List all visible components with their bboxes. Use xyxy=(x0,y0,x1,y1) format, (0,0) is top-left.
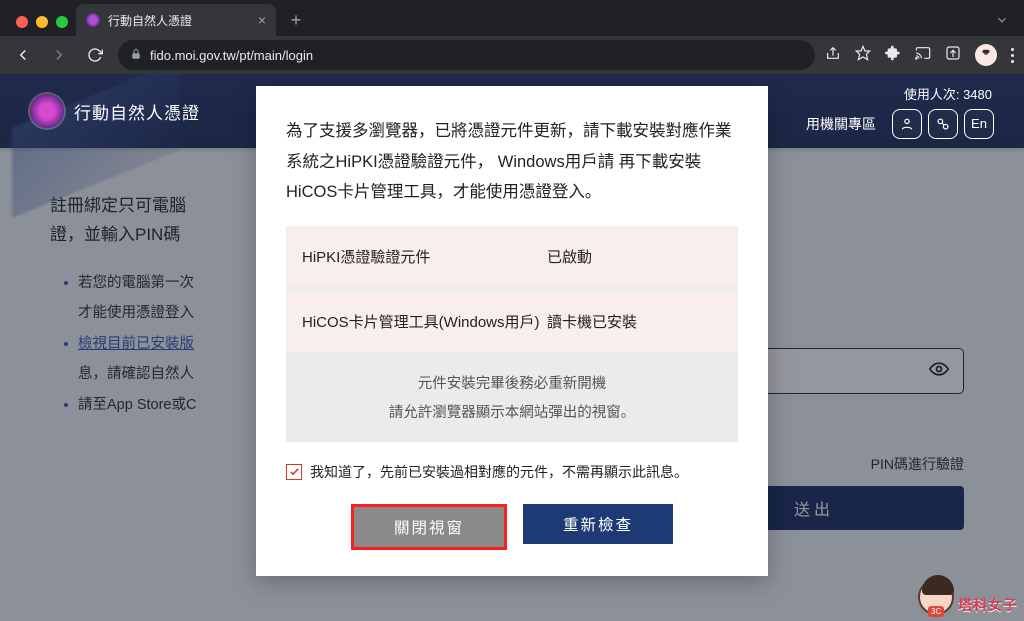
close-window-button[interactable]: 關閉視窗 xyxy=(354,507,504,547)
browser-toolbar: fido.moi.gov.tw/pt/main/login xyxy=(0,36,1024,74)
update-icon[interactable] xyxy=(945,45,961,66)
tab-close-icon[interactable]: × xyxy=(258,12,266,28)
component-name: HiCOS卡片管理工具(Windows用戶) xyxy=(302,311,547,332)
share-icon[interactable] xyxy=(825,45,841,66)
checkbox-icon xyxy=(286,464,302,480)
extensions-icon[interactable] xyxy=(885,45,901,66)
nav-agency-link[interactable]: 用機關專區 xyxy=(806,114,876,134)
brand-logo-icon xyxy=(30,94,64,128)
close-button-highlight: 關閉視窗 xyxy=(351,504,507,550)
component-name: HiPKI憑證驗證元件 xyxy=(302,246,547,267)
account-icon-button[interactable] xyxy=(892,109,922,139)
component-status-table: HiPKI憑證驗證元件 已啟動 HiCOS卡片管理工具(Windows用戶) 讀… xyxy=(286,226,738,442)
reload-button[interactable] xyxy=(82,42,108,68)
recheck-button[interactable]: 重新檢查 xyxy=(523,504,673,544)
window-controls xyxy=(8,16,76,36)
chrome-menu-button[interactable] xyxy=(1011,48,1014,63)
watermark-sticker: 3C 塔科女子 xyxy=(918,579,1018,615)
brand[interactable]: 行動自然人憑證 xyxy=(30,94,200,128)
brand-text: 行動自然人憑證 xyxy=(74,99,200,124)
tab-title: 行動自然人憑證 xyxy=(108,12,250,29)
user-count: 使用人次: 3480 xyxy=(904,84,992,103)
component-status: 讀卡機已安裝 xyxy=(547,311,722,332)
browser-tab[interactable]: 行動自然人憑證 × xyxy=(76,4,276,36)
note-text: 請允許瀏覽器顯示本網站彈出的視窗。 xyxy=(389,401,636,422)
window-zoom-button[interactable] xyxy=(56,16,68,28)
tab-strip: 行動自然人憑證 × + xyxy=(0,0,1024,36)
notes-row: 元件安裝完畢後務必重新開機 請允許瀏覽器顯示本網站彈出的視窗。 xyxy=(286,352,738,442)
tab-favicon xyxy=(86,13,100,27)
link-icon-button[interactable] xyxy=(928,109,958,139)
note-text: 元件安裝完畢後務必重新開機 xyxy=(418,372,607,393)
address-bar[interactable]: fido.moi.gov.tw/pt/main/login xyxy=(118,40,815,70)
language-button[interactable]: En xyxy=(964,109,994,139)
component-status: 已啟動 xyxy=(547,246,722,267)
window-minimize-button[interactable] xyxy=(36,16,48,28)
forward-button[interactable] xyxy=(46,42,72,68)
new-tab-button[interactable]: + xyxy=(282,6,310,34)
dialog-buttons: 關閉視窗 重新檢查 xyxy=(286,504,738,550)
table-row: HiPKI憑證驗證元件 已啟動 xyxy=(286,226,738,287)
sticker-face-icon: 3C xyxy=(918,579,954,615)
cast-icon[interactable] xyxy=(915,45,931,66)
modal-overlay: 為了支援多瀏覽器，已將憑證元件更新，請下載安裝對應作業系統之HiPKI憑證驗證元… xyxy=(0,74,1024,621)
sticker-text: 塔科女子 xyxy=(958,595,1018,615)
acknowledge-label: 我知道了，先前已安裝過相對應的元件，不需再顯示此訊息。 xyxy=(310,462,688,482)
table-row: HiCOS卡片管理工具(Windows用戶) 讀卡機已安裝 xyxy=(286,291,738,352)
lock-icon xyxy=(130,48,142,63)
bookmark-icon[interactable] xyxy=(855,45,871,66)
component-dialog: 為了支援多瀏覽器，已將憑證元件更新，請下載安裝對應作業系統之HiPKI憑證驗證元… xyxy=(256,86,768,576)
tabs-dropdown-button[interactable] xyxy=(988,6,1016,34)
dialog-message: 為了支援多瀏覽器，已將憑證元件更新，請下載安裝對應作業系統之HiPKI憑證驗證元… xyxy=(286,116,738,208)
page-viewport: 行動自然人憑證 使用人次: 3480 用機關專區 xyxy=(0,74,1024,621)
url-text: fido.moi.gov.tw/pt/main/login xyxy=(150,48,313,63)
profile-avatar[interactable] xyxy=(975,44,997,66)
back-button[interactable] xyxy=(10,42,36,68)
window-close-button[interactable] xyxy=(16,16,28,28)
acknowledge-checkbox[interactable]: 我知道了，先前已安裝過相對應的元件，不需再顯示此訊息。 xyxy=(286,462,738,482)
